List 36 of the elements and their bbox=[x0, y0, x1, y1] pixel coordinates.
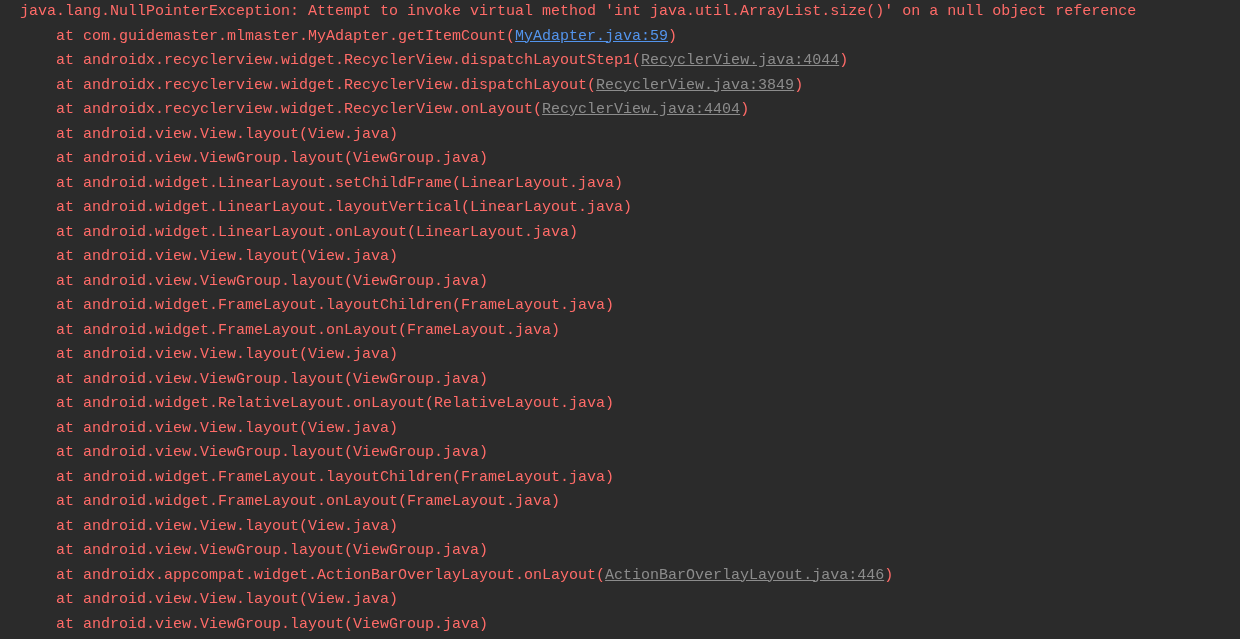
source-link[interactable]: ActionBarOverlayLayout.java:446 bbox=[605, 563, 885, 588]
stack-frame: at android.widget.LinearLayout.setChildFrame(LinearLayout.java) bbox=[56, 171, 624, 196]
closing-paren: ) bbox=[740, 100, 750, 120]
stack-frame: at android.widget.LinearLayout.layoutVertical(LinearLayout.java) bbox=[56, 196, 633, 221]
source-link[interactable]: MyAdapter.java:59 bbox=[515, 24, 669, 49]
source-link[interactable]: RecyclerView.java:4404 bbox=[542, 98, 741, 123]
stack-frame: at android.view.View.layout(View.java) bbox=[56, 416, 399, 441]
closing-paren: ) bbox=[839, 51, 849, 71]
stack-frame: at android.widget.LinearLayout.onLayout(LinearLayout.java) bbox=[56, 220, 579, 245]
stack-frame: at android.widget.FrameLayout.onLayout(FrameLayout.java) bbox=[56, 490, 561, 515]
stack-frame: at android.view.View.layout(View.java) bbox=[56, 588, 399, 613]
stack-frame: at android.view.View.layout(View.java) bbox=[56, 122, 399, 147]
closing-paren: ) bbox=[884, 565, 894, 586]
exception-message: java.lang.NullPointerException: Attempt to invoke virtual method 'int java.util.ArrayList.size()' on a null object reference bbox=[19, 2, 1137, 22]
stack-frame: at android.widget.FrameLayout.onLayout(FrameLayout.java) bbox=[56, 318, 561, 343]
stack-frame: at android.view.ViewGroup.layout(ViewGroup.java) bbox=[56, 612, 489, 637]
stack-frame: at androidx.recyclerview.widget.RecyclerView.dispatchLayout( bbox=[56, 73, 597, 98]
stack-frame: at com.guidemaster.mlmaster.MyAdapter.getItemCount( bbox=[56, 24, 516, 49]
stack-frame: at android.view.ViewGroup.layout(ViewGroup.java) bbox=[56, 367, 489, 392]
stack-frame: at android.view.View.layout(View.java) bbox=[56, 245, 399, 270]
stack-frame: at android.view.ViewGroup.layout(ViewGroup.java) bbox=[56, 269, 489, 294]
stack-frame: at androidx.appcompat.widget.ActionBarOverlayLayout.onLayout( bbox=[56, 563, 606, 588]
stack-frame: at android.view.ViewGroup.layout(ViewGroup.java) bbox=[56, 147, 489, 172]
stack-frame: at android.widget.RelativeLayout.onLayout(RelativeLayout.java) bbox=[56, 392, 615, 417]
source-link[interactable]: RecyclerView.java:4044 bbox=[641, 49, 840, 74]
stack-frame: at android.view.View.layout(View.java) bbox=[56, 343, 399, 368]
closing-paren: ) bbox=[668, 26, 678, 47]
source-link[interactable]: RecyclerView.java:3849 bbox=[596, 73, 795, 98]
stack-frame: at android.view.View.layout(View.java) bbox=[56, 514, 399, 539]
stack-frame: at android.widget.FrameLayout.layoutChildren(FrameLayout.java) bbox=[56, 294, 615, 319]
stack-frame: at android.widget.FrameLayout.layoutChildren(FrameLayout.java) bbox=[56, 465, 615, 490]
stack-frame: at androidx.recyclerview.widget.RecyclerView.onLayout( bbox=[56, 98, 543, 123]
stack-frame: at android.view.ViewGroup.layout(ViewGroup.java) bbox=[56, 539, 489, 564]
stack-frame: at androidx.recyclerview.widget.RecyclerView.dispatchLayoutStep1( bbox=[56, 49, 642, 74]
closing-paren: ) bbox=[794, 75, 804, 96]
stack-frame: at android.view.ViewGroup.layout(ViewGroup.java) bbox=[56, 441, 489, 466]
